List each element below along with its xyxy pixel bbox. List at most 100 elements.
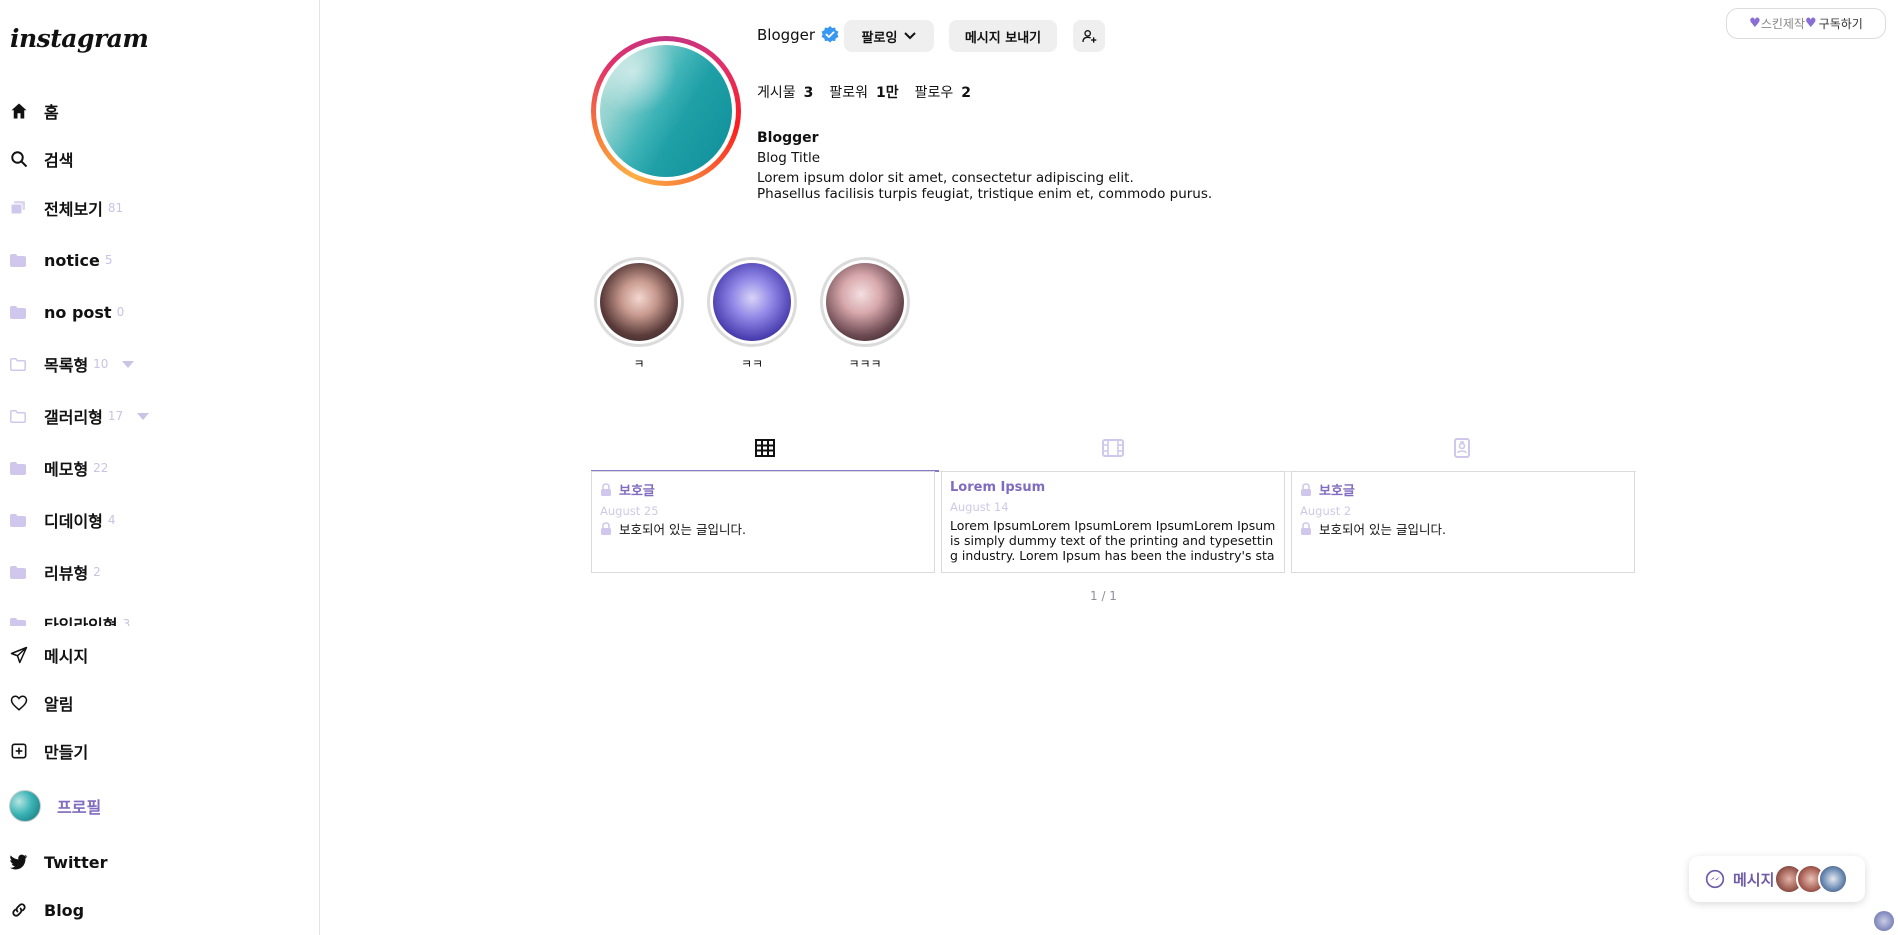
stat-posts[interactable]: 게시물 3	[757, 82, 813, 102]
nav-messages[interactable]: 메시지	[0, 635, 88, 675]
category-count: 0	[116, 305, 125, 319]
folder-outline-icon	[10, 409, 28, 423]
category-count: 2	[93, 565, 101, 579]
category-gallery-type[interactable]: 갤러리형 17	[0, 399, 150, 433]
category-list-type[interactable]: 목록형 10	[0, 347, 135, 381]
paper-plane-icon	[8, 644, 30, 666]
following-button[interactable]: 팔로잉	[844, 20, 934, 52]
category-label: 디데이형	[44, 512, 103, 531]
film-icon	[1102, 439, 1124, 457]
post-card[interactable]: 보호글 August 2 보호되어 있는 글입니다.	[1291, 471, 1635, 573]
story-highlight[interactable]: ㅋㅋㅋ	[817, 257, 913, 372]
chevron-down-icon	[904, 32, 917, 40]
category-timeline-type[interactable]: 타임라인형 3	[0, 607, 130, 626]
post-title[interactable]: Lorem Ipsum	[950, 480, 1045, 495]
instagram-logo[interactable]: instagram	[10, 24, 149, 53]
nav-search-label: 검색	[44, 151, 74, 170]
bio-title: Blog Title	[757, 150, 821, 166]
post-excerpt: 보호되어 있는 글입니다.	[619, 522, 746, 537]
search-icon	[8, 148, 30, 170]
add-user-icon	[1081, 28, 1097, 44]
link-icon	[8, 899, 30, 921]
message-widget-label: 메시지	[1733, 870, 1775, 889]
category-no-post[interactable]: no post 0	[0, 295, 124, 329]
message-widget[interactable]: 메시지	[1689, 856, 1865, 902]
grid-icon	[755, 438, 775, 457]
nav-notifications[interactable]: 알림	[0, 683, 73, 723]
nav-messages-label: 메시지	[44, 647, 89, 666]
folder-icon	[10, 461, 28, 475]
expand-caret-icon[interactable]	[137, 412, 150, 420]
nav-profile[interactable]: 프로필	[0, 786, 101, 826]
expand-caret-icon[interactable]	[122, 360, 135, 368]
heart-icon	[8, 692, 30, 714]
category-count: 3	[122, 617, 131, 626]
category-notice[interactable]: notice 5	[0, 243, 113, 277]
nav-create[interactable]: 만들기	[0, 731, 88, 771]
post-card[interactable]: Lorem Ipsum August 14 Lorem IpsumLorem I…	[941, 471, 1285, 573]
profile-avatar[interactable]	[591, 36, 741, 186]
profile-bio: Blogger Blog Title Lorem ipsum dolor sit…	[757, 130, 1212, 202]
category-dday-type[interactable]: 디데이형 4	[0, 503, 116, 537]
post-title[interactable]: 보호글	[619, 480, 655, 499]
nav-profile-label: 프로필	[57, 798, 102, 817]
tab-posts[interactable]	[591, 425, 939, 472]
profile-photo	[600, 45, 732, 177]
tab-tagged[interactable]	[1288, 425, 1636, 471]
story-highlight[interactable]: ㅋㅋ	[704, 257, 800, 372]
post-date: August 14	[950, 500, 1009, 514]
category-all[interactable]: 전체보기 81	[0, 191, 123, 225]
category-label: 전체보기	[44, 200, 103, 219]
tab-reels[interactable]	[939, 425, 1287, 471]
id-badge-icon	[1454, 438, 1470, 458]
story-highlight[interactable]: ㅋ	[591, 257, 687, 372]
send-message-button[interactable]: 메시지 보내기	[949, 20, 1057, 52]
send-message-label: 메시지 보내기	[964, 30, 1042, 46]
skin-credit-link[interactable]: 스킨제작	[1761, 15, 1805, 32]
highlight-label: ㅋㅋ	[740, 357, 764, 371]
skin-subscribe-bar[interactable]: ♥ 스킨제작 ♥ 구독하기	[1726, 8, 1886, 39]
category-count: 17	[107, 409, 124, 423]
stat-followers[interactable]: 팔로워 1만	[829, 82, 898, 102]
highlight-image	[826, 263, 904, 341]
category-count: 10	[93, 357, 109, 371]
category-count: 81	[107, 201, 124, 215]
add-friend-button[interactable]	[1073, 20, 1105, 52]
category-label: notice	[44, 250, 100, 270]
folder-icon	[10, 513, 28, 527]
lock-icon	[1301, 522, 1311, 535]
folder-icon	[10, 305, 28, 319]
post-excerpt: Lorem IpsumLorem IpsumLorem IpsumLorem I…	[950, 518, 1276, 563]
nav-notifications-label: 알림	[44, 695, 74, 714]
following-button-label: 팔로잉	[861, 30, 898, 46]
lock-icon	[1301, 483, 1311, 496]
category-count: 5	[104, 253, 113, 267]
folder-icon	[10, 253, 28, 267]
content-tabs	[591, 425, 1636, 472]
nav-twitter[interactable]: Twitter	[0, 842, 107, 882]
sidebar: instagram 홈 검색 전체보기 81 notice 5 no post …	[0, 0, 320, 935]
category-label: 타임라인형	[44, 616, 118, 626]
nav-blog[interactable]: Blog	[0, 890, 84, 930]
profile-username: Blogger	[757, 26, 839, 44]
verified-badge-icon	[821, 26, 839, 44]
nav-home-label: 홈	[44, 103, 59, 122]
plus-square-icon	[8, 740, 30, 762]
post-title[interactable]: 보호글	[1319, 480, 1355, 499]
messenger-icon	[1705, 869, 1725, 889]
category-review-type[interactable]: 리뷰형 2	[0, 555, 101, 589]
category-label: 목록형	[44, 356, 89, 375]
highlight-image	[713, 263, 791, 341]
scroll-to-top-icon[interactable]	[1874, 911, 1894, 931]
nav-search[interactable]: 검색	[0, 139, 73, 179]
category-memo-type[interactable]: 메모형 22	[0, 451, 108, 485]
heart-icon: ♥	[1805, 16, 1817, 31]
post-card[interactable]: 보호글 August 25 보호되어 있는 글입니다.	[591, 471, 935, 573]
stat-following[interactable]: 팔로우 2	[915, 82, 971, 102]
lock-icon	[601, 522, 611, 535]
nav-home[interactable]: 홈	[0, 91, 59, 131]
pagination: 1 / 1	[1090, 589, 1117, 603]
category-count: 4	[107, 513, 116, 527]
category-list[interactable]: 전체보기 81 notice 5 no post 0 목록형 10 갤러리형 1…	[0, 186, 320, 626]
subscribe-link[interactable]: 구독하기	[1819, 15, 1863, 32]
